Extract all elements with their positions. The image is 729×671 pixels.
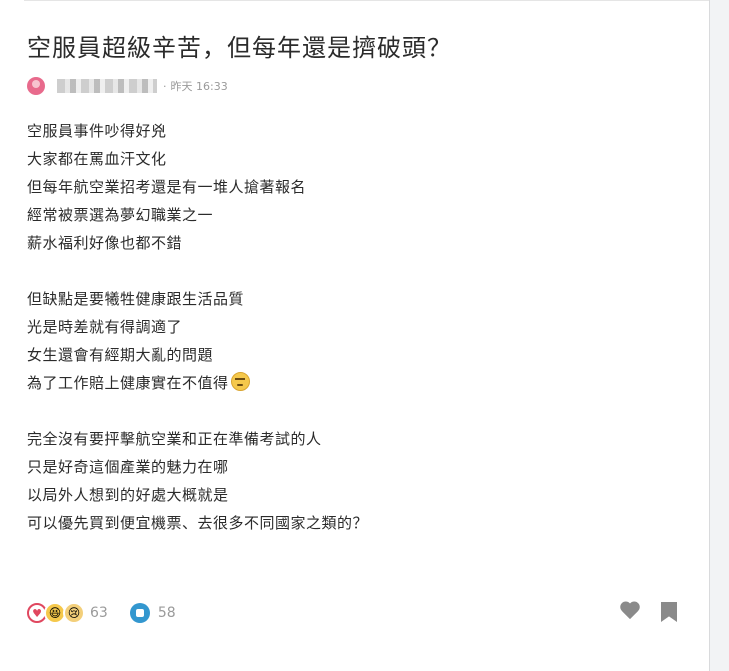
- sad-face-emoji-icon: [230, 372, 250, 391]
- body-line: 經常被票選為夢幻職業之一: [27, 206, 214, 224]
- body-line: 以局外人想到的好處大概就是: [27, 486, 229, 504]
- post-footer: ♥ 😆 😢 63 58: [27, 602, 176, 624]
- post-timestamp: 昨天 16:33: [170, 80, 228, 93]
- body-line-with-emoji: 為了工作賠上健康實在不值得: [27, 369, 368, 397]
- avatar[interactable]: [27, 77, 45, 95]
- body-line: 可以優先買到便宜機票、去很多不同國家之類的？: [27, 514, 369, 532]
- divider: [24, 0, 709, 1]
- reactions-button[interactable]: ♥ 😆 😢: [27, 602, 85, 624]
- body-line: 但每年航空業招考還是有一堆人搶著報名: [27, 178, 307, 196]
- body-line: 光是時差就有得調適了: [27, 318, 183, 336]
- body-line: 空服員事件吵得好兇: [27, 122, 167, 140]
- body-line: 但缺點是要犧牲健康跟生活品質: [27, 290, 245, 308]
- body-line: 女生還會有經期大亂的問題: [27, 346, 214, 364]
- comment-icon[interactable]: [129, 603, 150, 623]
- post-meta: · 昨天 16:33: [27, 76, 228, 96]
- body-line: 只是好奇這個產業的魅力在哪: [27, 458, 229, 476]
- reaction-count: 63: [90, 605, 108, 621]
- body-line: 大家都在罵血汗文化: [27, 150, 167, 168]
- body-line-text: 為了工作賠上健康實在不值得: [27, 374, 229, 392]
- cry-reaction-icon: 😢: [63, 602, 85, 624]
- comment-count: 58: [157, 605, 176, 621]
- author-name-blurred[interactable]: [57, 79, 157, 93]
- post-actions: [619, 602, 677, 622]
- post-body: 空服員事件吵得好兇 大家都在罵血汗文化 但每年航空業招考還是有一堆人搶著報名 經…: [27, 117, 368, 537]
- body-line: 完全沒有要抨擊航空業和正在準備考試的人: [27, 430, 322, 448]
- like-heart-icon[interactable]: [619, 602, 641, 622]
- post-card: 空服員超級辛苦，但每年還是擠破頭？ · 昨天 16:33 空服員事件吵得好兇 大…: [0, 0, 710, 671]
- meta-separator: ·: [163, 79, 167, 93]
- bookmark-icon[interactable]: [661, 602, 677, 622]
- body-line: 薪水福利好像也都不錯: [27, 234, 183, 252]
- post-title: 空服員超級辛苦，但每年還是擠破頭？: [27, 34, 452, 62]
